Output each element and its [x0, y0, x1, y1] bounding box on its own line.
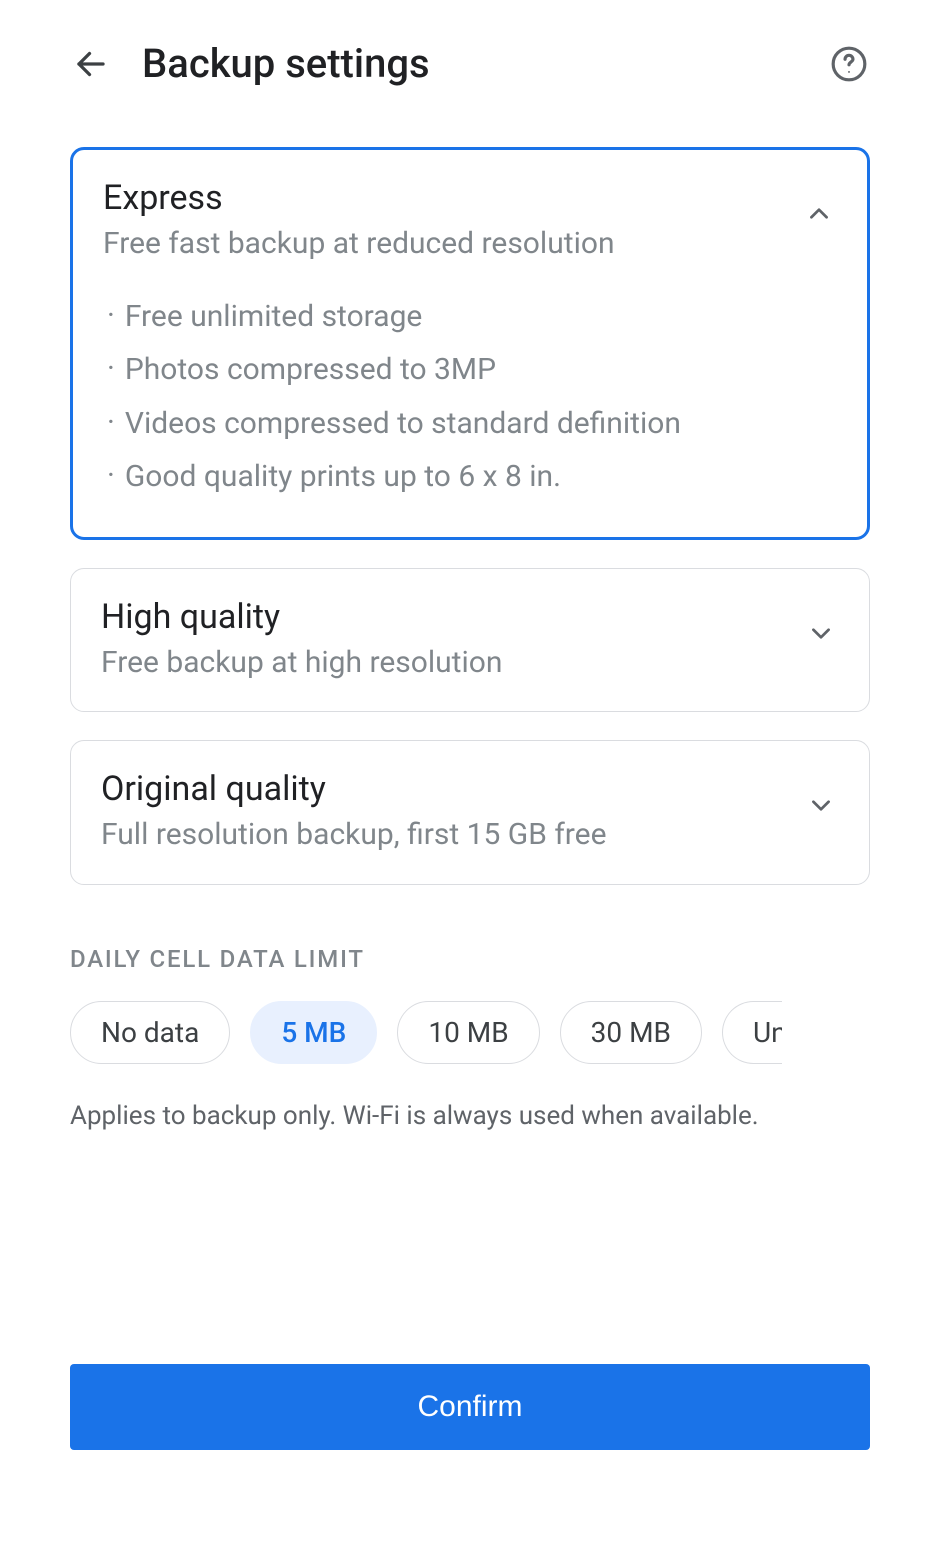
bullet-icon: · [107, 295, 115, 337]
bullet-icon: · [107, 348, 115, 390]
option-subtitle-high: Free backup at high resolution [101, 643, 791, 684]
page-title: Backup settings [142, 40, 828, 87]
chip-10mb[interactable]: 10 MB [397, 1001, 539, 1064]
back-arrow-icon[interactable] [70, 43, 112, 85]
option-title-express: Express [103, 178, 789, 218]
option-high-quality[interactable]: High quality Free backup at high resolut… [70, 568, 870, 713]
chip-unlimited[interactable]: Unl [722, 1001, 782, 1064]
header: Backup settings [70, 40, 870, 87]
data-limit-label: DAILY CELL DATA LIMIT [70, 945, 870, 973]
option-subtitle-express: Free fast backup at reduced resolution [103, 224, 789, 265]
bullet-icon: · [107, 402, 115, 444]
list-item: · Good quality prints up to 6 x 8 in. [103, 455, 837, 499]
confirm-button[interactable]: Confirm [70, 1364, 870, 1450]
chevron-up-icon[interactable] [801, 196, 837, 232]
option-original-quality[interactable]: Original quality Full resolution backup,… [70, 740, 870, 885]
list-item: · Videos compressed to standard definiti… [103, 402, 837, 446]
help-icon[interactable] [828, 43, 870, 85]
chip-5mb[interactable]: 5 MB [250, 1001, 377, 1064]
option-title-original: Original quality [101, 769, 791, 809]
chip-no-data[interactable]: No data [70, 1001, 230, 1064]
option-title-high: High quality [101, 597, 791, 637]
list-item: · Photos compressed to 3MP [103, 348, 837, 392]
data-limit-helper: Applies to backup only. Wi-Fi is always … [70, 1098, 870, 1134]
bullet-text: Videos compressed to standard definition [125, 402, 681, 446]
chevron-down-icon[interactable] [803, 615, 839, 651]
bullet-icon: · [107, 455, 115, 497]
option-express[interactable]: Express Free fast backup at reduced reso… [70, 147, 870, 540]
bullet-text: Photos compressed to 3MP [125, 348, 496, 392]
option-details-express: · Free unlimited storage · Photos compre… [103, 295, 837, 499]
chevron-down-icon[interactable] [803, 787, 839, 823]
bullet-text: Good quality prints up to 6 x 8 in. [125, 455, 561, 499]
data-limit-chips: No data 5 MB 10 MB 30 MB Unl [70, 1001, 870, 1064]
list-item: · Free unlimited storage [103, 295, 837, 339]
bullet-text: Free unlimited storage [125, 295, 423, 339]
chip-30mb[interactable]: 30 MB [560, 1001, 702, 1064]
option-subtitle-original: Full resolution backup, first 15 GB free [101, 815, 791, 856]
